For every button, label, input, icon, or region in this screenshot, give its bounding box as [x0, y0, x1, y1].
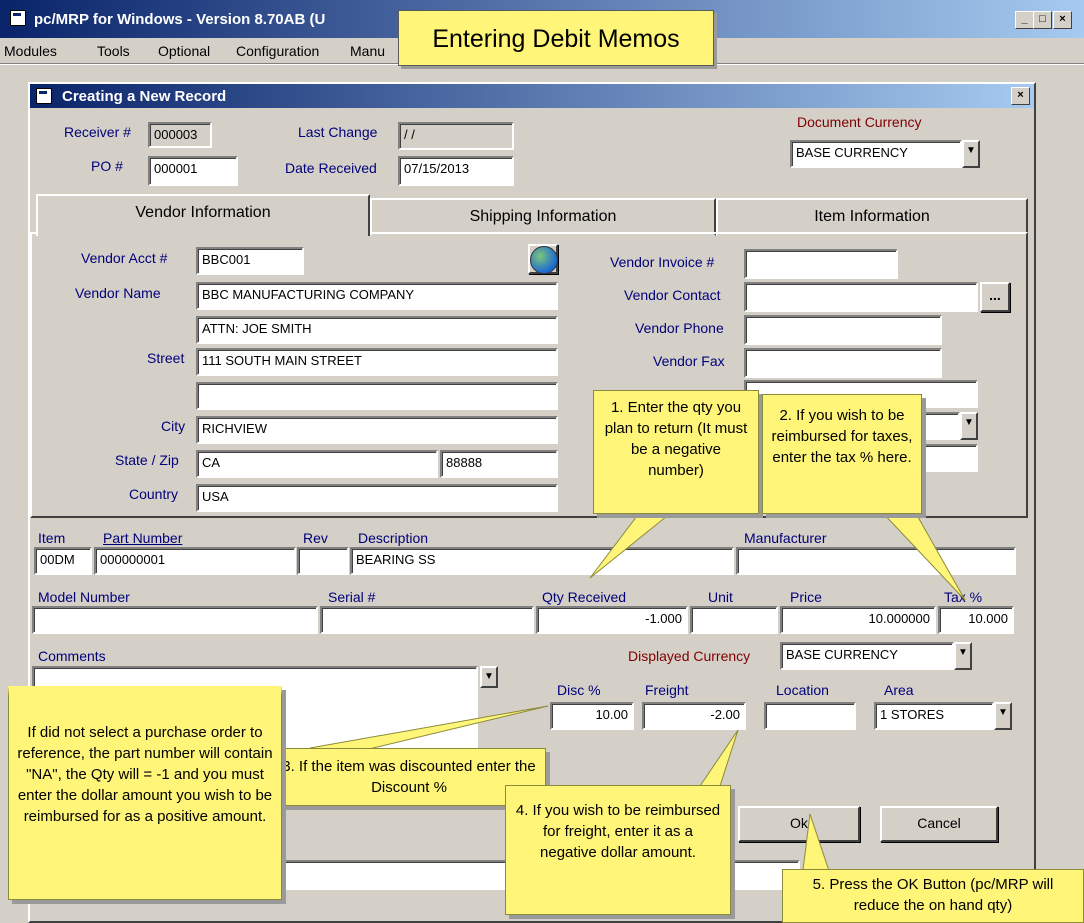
pointer-1 [589, 511, 674, 579]
tab-vendor-information[interactable]: Vendor Information [36, 194, 370, 236]
callout-qty: 1. Enter the qty you plan to return (It … [593, 390, 759, 514]
callout-tax: 2. If you wish to be reimbursed for taxe… [762, 394, 922, 514]
callout-na: If did not select a purchase order to re… [8, 686, 282, 900]
callout-ok: 5. Press the OK Button (pc/MRP will redu… [782, 869, 1084, 923]
callout-freight: 4. If you wish to be reimbursed for frei… [505, 785, 731, 915]
pointer-2 [878, 509, 966, 601]
headline-callout: Entering Debit Memos [398, 10, 714, 66]
pointer-4 [699, 729, 739, 787]
